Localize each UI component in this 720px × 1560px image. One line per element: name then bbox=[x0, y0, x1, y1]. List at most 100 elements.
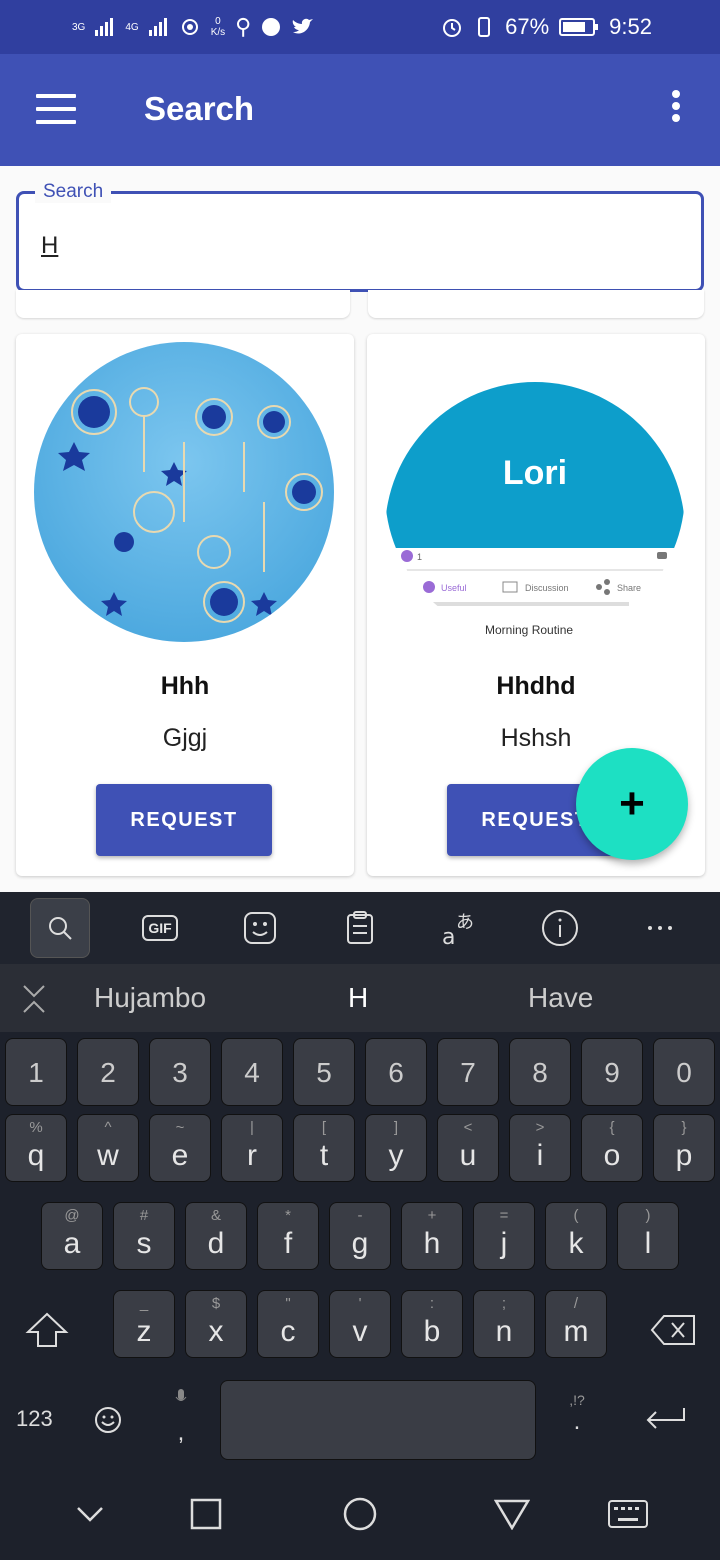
overflow-menu-icon[interactable] bbox=[664, 90, 688, 130]
key-sub-label: = bbox=[499, 1207, 509, 1224]
plus-icon: + bbox=[619, 779, 645, 828]
key[interactable]: ~ e bbox=[149, 1114, 211, 1182]
key-label: r bbox=[247, 1139, 257, 1172]
key[interactable]: ^ w bbox=[77, 1114, 139, 1182]
key[interactable]: & d bbox=[185, 1202, 247, 1270]
period-sub-label: ,!? bbox=[569, 1392, 585, 1408]
key[interactable]: 4 bbox=[221, 1038, 283, 1106]
keyboard-switch-icon[interactable] bbox=[608, 1494, 648, 1534]
key[interactable]: 7 bbox=[437, 1038, 499, 1106]
search-label: Search bbox=[35, 181, 112, 203]
suggestion-item[interactable]: Have bbox=[528, 982, 593, 1014]
key-label: q bbox=[27, 1139, 45, 1172]
search-input[interactable]: H bbox=[41, 232, 58, 260]
key-label: 9 bbox=[604, 1057, 620, 1088]
shift-key[interactable] bbox=[22, 1310, 72, 1350]
suggestion-strip: Hujambo H Have bbox=[0, 964, 720, 1032]
key-sub-label: ; bbox=[501, 1295, 507, 1312]
mic-icon bbox=[175, 1389, 187, 1401]
backspace-key[interactable] bbox=[650, 1312, 698, 1348]
sticker-icon[interactable] bbox=[230, 898, 290, 958]
key[interactable]: # s bbox=[113, 1202, 175, 1270]
suggestion-item[interactable]: Hujambo bbox=[94, 982, 206, 1014]
battery-percent: 67% bbox=[505, 14, 550, 39]
more-icon[interactable] bbox=[630, 898, 690, 958]
enter-key[interactable] bbox=[642, 1404, 688, 1439]
home-icon[interactable] bbox=[340, 1494, 380, 1534]
key[interactable]: 6 bbox=[365, 1038, 427, 1106]
key[interactable]: 0 bbox=[653, 1038, 715, 1106]
clipboard-icon[interactable] bbox=[330, 898, 390, 958]
key[interactable]: ) l bbox=[617, 1202, 679, 1270]
key-label: u bbox=[459, 1139, 477, 1172]
hide-keyboard-icon[interactable] bbox=[70, 1494, 110, 1534]
comma-key[interactable]: , bbox=[164, 1388, 198, 1448]
key[interactable]: " c bbox=[257, 1290, 319, 1358]
suggestion-item[interactable]: H bbox=[348, 982, 368, 1014]
usb-icon: ⚲ bbox=[235, 14, 252, 39]
search-field[interactable]: Search H bbox=[16, 181, 704, 292]
key[interactable]: ; n bbox=[473, 1290, 535, 1358]
numbers-key[interactable]: 123 bbox=[16, 1406, 53, 1432]
key[interactable]: ' v bbox=[329, 1290, 391, 1358]
search-icon[interactable] bbox=[30, 898, 90, 958]
key[interactable]: 3 bbox=[149, 1038, 211, 1106]
key[interactable]: = j bbox=[473, 1202, 535, 1270]
period-key[interactable]: ,!? . bbox=[560, 1392, 594, 1452]
key[interactable]: 2 bbox=[77, 1038, 139, 1106]
key-label: 8 bbox=[532, 1057, 548, 1088]
key[interactable]: _ z bbox=[113, 1290, 175, 1358]
recents-icon[interactable] bbox=[186, 1494, 226, 1534]
key-label: 1 bbox=[28, 1057, 44, 1088]
key[interactable]: 1 bbox=[5, 1038, 67, 1106]
key[interactable]: > i bbox=[509, 1114, 571, 1182]
key-label: c bbox=[280, 1315, 296, 1348]
key[interactable]: + h bbox=[401, 1202, 463, 1270]
key[interactable]: | r bbox=[221, 1114, 283, 1182]
item-card[interactable]: Hhh Gjgj REQUEST bbox=[16, 334, 354, 876]
space-key[interactable] bbox=[220, 1380, 536, 1460]
key-label: s bbox=[136, 1227, 152, 1260]
translate-icon[interactable]: aあ bbox=[430, 898, 490, 958]
add-fab-button[interactable]: + bbox=[576, 748, 688, 860]
key[interactable]: -g bbox=[329, 1202, 391, 1270]
key[interactable]: [t bbox=[293, 1114, 355, 1182]
key[interactable]: (k bbox=[545, 1202, 607, 1270]
app-notification-icon bbox=[262, 18, 281, 36]
key[interactable]: } p bbox=[653, 1114, 715, 1182]
key[interactable]: {o bbox=[581, 1114, 643, 1182]
comma-label: , bbox=[177, 1419, 185, 1446]
key[interactable]: @ a bbox=[41, 1202, 103, 1270]
key[interactable]: ] y bbox=[365, 1114, 427, 1182]
key[interactable]: :b bbox=[401, 1290, 463, 1358]
card-description: Gjgj bbox=[162, 724, 208, 752]
emoji-key[interactable] bbox=[94, 1406, 122, 1439]
keyboard: GIF aあ Hujambo H Have 1234567890 % q ^ w ~ e |… bbox=[0, 892, 720, 1468]
earrings-image bbox=[58, 387, 323, 623]
key[interactable]: 5 bbox=[293, 1038, 355, 1106]
key[interactable]: 8 bbox=[509, 1038, 571, 1106]
useful-label: Useful bbox=[441, 583, 467, 593]
info-icon[interactable] bbox=[530, 898, 590, 958]
collapse-icon[interactable] bbox=[22, 984, 46, 1014]
key-label: w bbox=[97, 1139, 119, 1172]
hotspot-icon bbox=[181, 19, 198, 35]
status-bar: 3G 4G 0 K/s ⚲ 67% 9:52 bbox=[0, 0, 720, 54]
key[interactable]: < u bbox=[437, 1114, 499, 1182]
key[interactable]: * f bbox=[257, 1202, 319, 1270]
key[interactable]: % q bbox=[5, 1114, 67, 1182]
menu-icon[interactable] bbox=[36, 94, 76, 124]
key-sub-label: # bbox=[139, 1207, 149, 1224]
key-sub-label: | bbox=[250, 1119, 254, 1136]
request-button[interactable]: REQUEST bbox=[96, 784, 272, 856]
discussion-label: Discussion bbox=[525, 583, 569, 593]
back-icon[interactable] bbox=[492, 1494, 532, 1534]
gif-icon[interactable]: GIF bbox=[130, 898, 190, 958]
key[interactable]: / m bbox=[545, 1290, 607, 1358]
key-sub-label: & bbox=[210, 1207, 221, 1224]
key[interactable]: 9 bbox=[581, 1038, 643, 1106]
key-sub-label: } bbox=[681, 1119, 687, 1136]
key-sub-label: ( bbox=[573, 1207, 579, 1224]
key-label: y bbox=[388, 1139, 404, 1172]
key[interactable]: $ x bbox=[185, 1290, 247, 1358]
